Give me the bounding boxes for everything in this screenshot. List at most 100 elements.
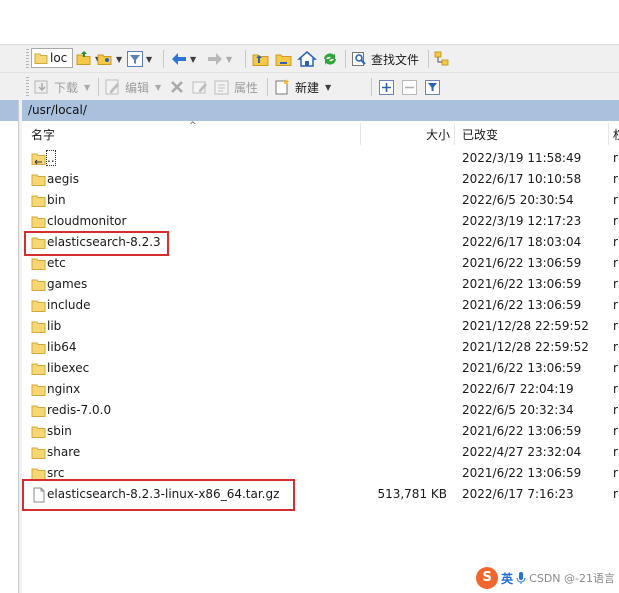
file-name: share [47, 445, 81, 459]
find-files-button[interactable]: 查找文件 [351, 48, 419, 70]
location-combo[interactable]: loc [31, 48, 73, 68]
new-button[interactable]: 新建 ▼ [274, 76, 331, 98]
folder-icon [31, 279, 46, 291]
file-modified: 2021/6/22 13:06:59 [462, 466, 582, 480]
properties-button[interactable]: 属性 [213, 76, 258, 98]
folder-icon [31, 300, 46, 312]
file-modified: 2022/6/7 22:04:19 [462, 382, 574, 396]
filter-select-button[interactable] [424, 76, 441, 98]
list-item[interactable]: .. 2022/3/19 11:58:49 r [22, 148, 619, 169]
search-icon [352, 52, 366, 66]
list-item[interactable]: share 2022/4/27 23:32:04 r [22, 442, 619, 463]
edit-button[interactable]: 编辑 ▼ [104, 76, 161, 98]
root-directory-button[interactable] [274, 48, 294, 70]
file-permissions: r [613, 445, 618, 459]
file-modified: 2021/6/22 13:06:59 [462, 424, 582, 438]
root-folder-icon [275, 54, 292, 66]
column-header-name[interactable]: 名字 [31, 121, 55, 146]
toolbar-separator [98, 78, 99, 96]
list-item[interactable]: libexec 2021/6/22 13:06:59 r [22, 358, 619, 379]
file-modified: 2022/4/27 23:32:04 [462, 445, 582, 459]
chevron-down-icon[interactable]: ▼ [84, 83, 90, 92]
list-item[interactable]: lib 2021/12/28 22:59:52 r [22, 316, 619, 337]
file-list-header: 名字 ^ 大小 已改变 权 [22, 121, 619, 146]
back-arrow-icon [172, 53, 186, 65]
download-button[interactable]: 下载 ▼ [33, 76, 90, 98]
file-modified: 2021/6/22 13:06:59 [462, 361, 582, 375]
file-permissions: r [613, 193, 618, 207]
list-item[interactable]: etc 2021/6/22 13:06:59 r [22, 253, 619, 274]
file-permissions: r [613, 403, 618, 417]
file-name: lib64 [47, 340, 77, 354]
column-separator[interactable] [360, 123, 361, 145]
find-files-label: 查找文件 [371, 52, 420, 67]
file-name: etc [47, 256, 66, 270]
ime-language: 英 [501, 571, 514, 586]
folder-icon [31, 363, 46, 375]
toolbar-grip[interactable] [26, 49, 29, 69]
file-name: lib [47, 319, 62, 333]
tree-view-icon [434, 51, 449, 66]
toolbar-separator [428, 50, 429, 68]
list-item[interactable]: games 2021/6/22 13:06:59 r [22, 274, 619, 295]
list-item[interactable]: aegis 2022/6/17 10:10:58 r [22, 169, 619, 190]
file-name: .. [46, 150, 56, 166]
toolbar-separator [345, 50, 346, 68]
folder-icon [31, 342, 46, 354]
chevron-down-icon[interactable]: ▼ [190, 55, 196, 64]
file-modified: 2022/6/17 7:16:23 [462, 487, 574, 501]
file-modified: 2021/12/28 22:59:52 [462, 319, 589, 333]
list-item[interactable]: cloudmonitor 2022/3/19 12:17:23 r [22, 211, 619, 232]
parent-directory-button[interactable] [251, 48, 271, 70]
edit-icon [105, 79, 119, 95]
folder-icon [31, 174, 46, 186]
list-item[interactable]: nginx 2022/6/7 22:04:19 r [22, 379, 619, 400]
column-header-permissions[interactable]: 权 [613, 121, 619, 146]
list-item[interactable]: include 2021/6/22 13:06:59 r [22, 295, 619, 316]
file-permissions: r [613, 277, 618, 291]
rename-button[interactable] [191, 76, 209, 98]
chevron-down-icon[interactable]: ▼ [116, 55, 122, 64]
list-item[interactable]: sbin 2021/6/22 13:06:59 r [22, 421, 619, 442]
rename-icon [192, 81, 207, 94]
list-item[interactable]: lib64 2021/12/28 22:59:52 r [22, 337, 619, 358]
chevron-down-icon[interactable]: ▼ [325, 83, 331, 92]
toolbar-grip[interactable] [26, 77, 29, 97]
microphone-icon [516, 572, 526, 584]
file-name: include [47, 298, 91, 312]
deselect-button[interactable] [401, 76, 418, 98]
tree-toggle-button[interactable] [433, 48, 451, 70]
column-separator[interactable] [608, 123, 609, 145]
home-button[interactable] [297, 48, 317, 70]
plus-icon [379, 79, 394, 95]
remote-path-bar[interactable]: /usr/local/ [22, 100, 619, 121]
column-header-modified[interactable]: 已改变 [462, 121, 498, 146]
highlight-box-folder [24, 231, 169, 256]
back-button[interactable]: ▼ [170, 48, 196, 70]
new-label: 新建 [295, 80, 320, 95]
chevron-down-icon[interactable]: ▼ [226, 55, 232, 64]
ime-logo-icon: S [476, 567, 499, 589]
delete-icon [171, 81, 183, 93]
chevron-down-icon[interactable]: ▼ [146, 55, 152, 64]
list-item[interactable]: bin 2022/6/5 20:30:54 r [22, 190, 619, 211]
file-modified: 2022/3/19 11:58:49 [462, 151, 582, 165]
select-all-button[interactable] [378, 76, 395, 98]
file-name: src [47, 466, 65, 480]
folder-star-icon [97, 54, 112, 65]
filter-button[interactable]: ▼ [126, 48, 152, 70]
refresh-button[interactable] [320, 48, 340, 70]
root-folder-button[interactable]: ▼ [96, 48, 122, 70]
forward-button[interactable]: ▼ [206, 48, 232, 70]
folder-icon [34, 53, 48, 64]
chevron-down-icon[interactable]: ▼ [155, 83, 161, 92]
file-permissions: r [613, 256, 618, 270]
column-separator[interactable] [454, 123, 455, 145]
list-item[interactable]: redis-7.0.0 2022/6/5 20:32:34 r [22, 400, 619, 421]
file-permissions: r [613, 466, 618, 480]
column-header-size[interactable]: 大小 [426, 121, 450, 146]
minus-icon [402, 79, 417, 95]
file-modified: 2022/6/5 20:30:54 [462, 193, 574, 207]
delete-button[interactable] [169, 76, 185, 98]
folder-icon [31, 426, 46, 438]
